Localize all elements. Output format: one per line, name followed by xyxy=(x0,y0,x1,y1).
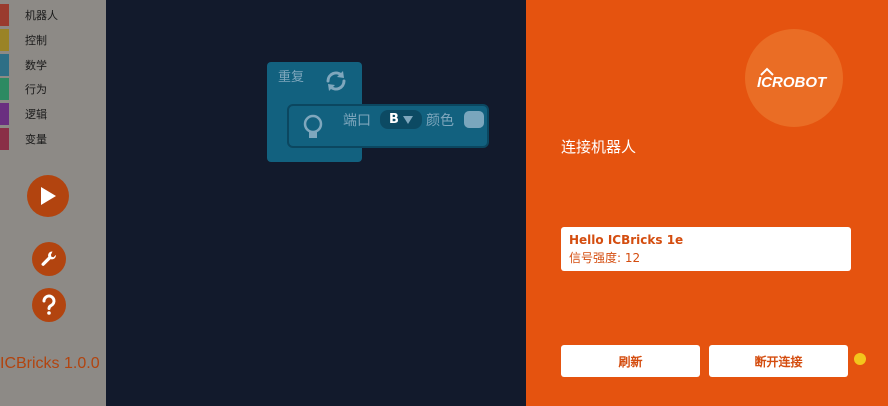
category-label: 变量 xyxy=(25,133,47,146)
repeat-block-label: 重复 xyxy=(278,70,305,85)
category-control[interactable]: 控制 xyxy=(0,28,106,52)
logo-text: ICROBOT xyxy=(757,74,828,91)
color-swatch[interactable] xyxy=(464,111,484,128)
workspace-canvas xyxy=(106,0,526,406)
category-label: 控制 xyxy=(25,34,47,47)
led-color-label: 颜色 xyxy=(426,113,454,129)
category-label: 机器人 xyxy=(25,9,58,22)
category-logic[interactable]: 逻辑 xyxy=(0,102,106,126)
category-swatch xyxy=(0,54,9,76)
disconnect-button[interactable]: 断开连接 xyxy=(709,345,848,377)
port-dropdown[interactable]: B xyxy=(380,110,422,129)
connection-status-indicator xyxy=(854,353,866,365)
device-list-item[interactable]: Hello ICBricks 1e 信号强度: 12 xyxy=(561,227,851,271)
settings-button[interactable] xyxy=(32,242,66,276)
category-label: 数学 xyxy=(25,59,47,72)
help-button[interactable] xyxy=(32,288,66,322)
category-behavior[interactable]: 行为 xyxy=(0,77,106,101)
repeat-icon xyxy=(326,71,346,91)
app-version: ICBricks 1.0.0 xyxy=(0,355,100,372)
dropdown-arrow-icon xyxy=(402,115,413,124)
question-icon xyxy=(42,294,56,315)
logo-mark: ICROBOT xyxy=(757,67,828,91)
category-label: 行为 xyxy=(25,83,47,96)
wrench-icon xyxy=(41,251,56,266)
device-signal: 信号强度: 12 xyxy=(569,251,641,265)
block-sidebar: 机器人 控制 数学 行为 逻辑 变量 ICBricks 1.0.0 xyxy=(0,0,106,406)
port-value: B xyxy=(389,112,399,127)
category-robot[interactable]: 机器人 xyxy=(0,3,106,27)
category-swatch xyxy=(0,78,9,100)
category-swatch xyxy=(0,29,9,51)
category-swatch xyxy=(0,128,9,150)
panel-title: 连接机器人 xyxy=(561,138,637,156)
category-swatch xyxy=(0,4,9,26)
refresh-button[interactable]: 刷新 xyxy=(561,345,700,377)
lightbulb-icon xyxy=(303,114,323,138)
category-math[interactable]: 数学 xyxy=(0,53,106,77)
device-name: Hello ICBricks 1e xyxy=(569,233,684,247)
play-icon xyxy=(41,187,56,205)
led-port-label: 端口 xyxy=(343,113,371,129)
brand-logo: ICROBOT xyxy=(745,29,843,127)
category-label: 逻辑 xyxy=(25,108,47,121)
category-variable[interactable]: 变量 xyxy=(0,127,106,151)
run-button[interactable] xyxy=(27,175,69,217)
category-swatch xyxy=(0,103,9,125)
